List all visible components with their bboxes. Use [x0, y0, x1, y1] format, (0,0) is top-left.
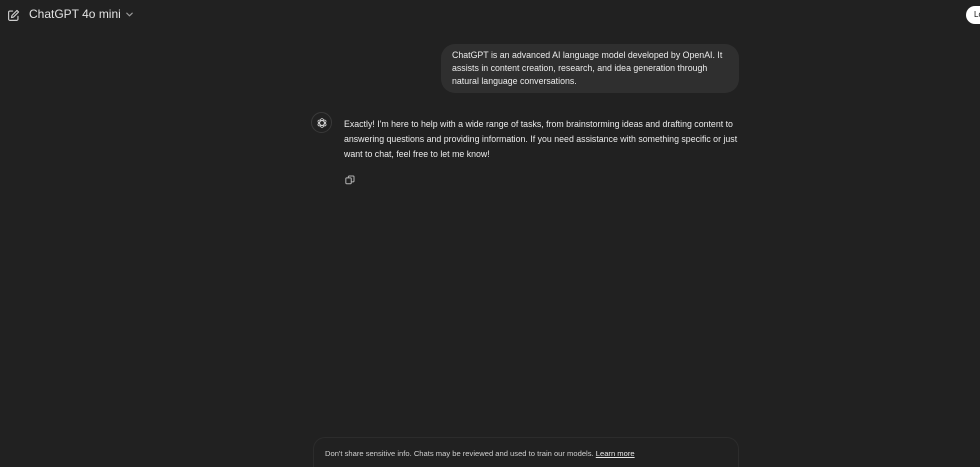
- copy-icon: [344, 175, 354, 184]
- copy-button[interactable]: [343, 173, 356, 186]
- new-chat-button[interactable]: [4, 6, 22, 24]
- learn-more-link[interactable]: Learn more: [596, 449, 635, 458]
- assistant-message-text: Exactly! I'm here to help with a wide ra…: [344, 119, 738, 159]
- openai-logo-icon: [317, 117, 326, 128]
- login-button[interactable]: Lo: [966, 6, 980, 24]
- model-label: ChatGPT 4o mini: [29, 7, 121, 21]
- top-bar: ChatGPT 4o mini Lo: [0, 0, 980, 30]
- model-selector[interactable]: ChatGPT 4o mini: [29, 7, 134, 21]
- edit-icon: [7, 9, 19, 21]
- user-message-text: ChatGPT is an advanced AI language model…: [452, 50, 723, 86]
- chevron-down-icon: [126, 12, 133, 16]
- disclaimer-text: Don't share sensitive info. Chats may be…: [325, 449, 594, 458]
- disclaimer-notice: Don't share sensitive info. Chats may be…: [313, 437, 739, 467]
- assistant-avatar: [311, 112, 332, 133]
- user-message-bubble: ChatGPT is an advanced AI language model…: [441, 44, 739, 93]
